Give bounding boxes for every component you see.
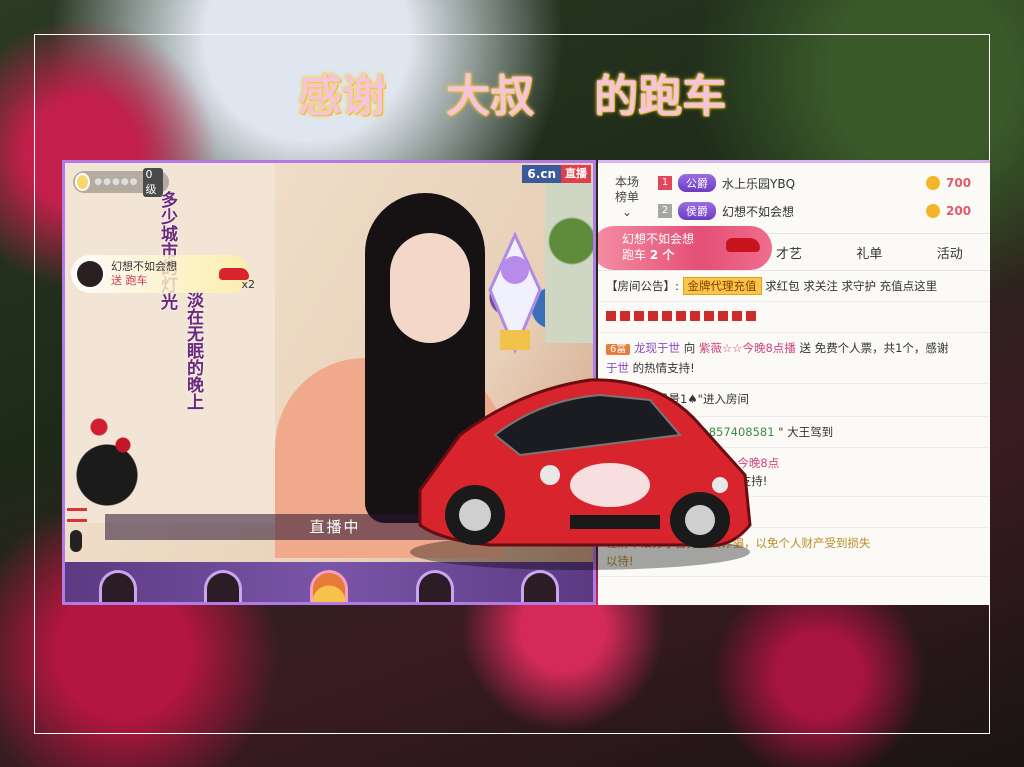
thanks-banner: 感谢 大叔 的跑车 — [0, 60, 1024, 122]
noble-badge: 公爵 — [678, 174, 716, 192]
audience-bar — [65, 562, 593, 602]
brand-logo: 6.cn — [522, 165, 561, 183]
chat-user[interactable]: 于世 — [606, 361, 629, 375]
level-progress-icon: ●●●●● — [94, 177, 139, 187]
gift-pill-gift: 跑车 — [622, 248, 647, 262]
rank-number: 2 — [658, 204, 672, 218]
chat-text: 代理温馨充值返点 — [606, 425, 698, 439]
chat-user[interactable]: 幻想不如会想 — [633, 474, 702, 488]
notice-label: 【房间公告】: — [606, 279, 679, 293]
noble-badge: 侯爵 — [678, 202, 716, 220]
gift-multiplier: x2 — [241, 278, 255, 291]
chat-message: 6富 往的风景1♠"进入房间 — [598, 384, 990, 417]
coin-icon — [926, 204, 940, 218]
side-controls — [67, 508, 87, 552]
chat-tail: 的热情支持! — [632, 361, 695, 375]
chat-list: 【房间公告】: 金牌代理充值 求红包 求关注 求守护 充值点这里 6富 龙现于世… — [598, 271, 990, 577]
rank-row[interactable]: 2 侯爵 幻想不如会想 200 — [658, 197, 986, 225]
rank-label[interactable]: 本场 榜单 ⌄ — [602, 169, 652, 233]
chat-message: 房间 — [598, 497, 990, 528]
rank-label-line1: 本场 — [614, 175, 639, 189]
chat-message: 代理温馨充值返点 a857408581 " 大王驾到 — [598, 417, 990, 448]
chat-text: 免费个人票，共1个，感谢 — [814, 341, 949, 355]
recharge-agent-button[interactable]: 金牌代理充值 — [682, 277, 762, 295]
wealth-level-badge: 6富 — [606, 395, 631, 406]
room-notice: 【房间公告】: 金牌代理充值 求红包 求关注 求守护 充值点这里 — [598, 271, 990, 302]
chat-tail: " 大王驾到 — [778, 425, 834, 439]
chat-user[interactable]: 幻想不如会想 — [606, 456, 675, 470]
chat-to: 向 — [678, 456, 691, 470]
level-indicator: ●●●●● 0级 — [73, 167, 169, 197]
chat-target[interactable]: 紫薇☆☆今晚8点播 — [699, 341, 796, 355]
warning-text: 谨防不法分子冒充他人诈骗，以免个人财产受到损失 — [606, 536, 871, 550]
lyric-line-2: 淡在无眠的晚上 — [183, 291, 203, 410]
gift-notification-text: 幻想不如会想 送 跑车 — [111, 260, 177, 288]
audience-avatar[interactable] — [415, 570, 454, 602]
microphone-icon[interactable] — [70, 530, 82, 552]
chat-message: 6富 龙现于世 向 紫薇☆☆今晚8点播 送 免费个人票，共1个，感谢 于世 的热… — [598, 333, 990, 384]
rank-value: 700 — [946, 176, 972, 190]
audience-avatar[interactable] — [309, 570, 348, 602]
rank-user[interactable]: 水上乐园YBQ — [722, 175, 795, 192]
rank-row[interactable]: 1 公爵 水上乐园YBQ 700 — [658, 169, 986, 197]
chat-action: 送 — [799, 341, 811, 355]
live-video[interactable]: ●●●●● 0级 多少城市的灯光 淡在无眠的晚上 幻想不如会想 送 跑车 x2 … — [62, 160, 596, 605]
rank-value: 200 — [946, 204, 972, 218]
audience-avatar[interactable] — [521, 570, 560, 602]
gift-action: 送 跑车 — [111, 274, 148, 287]
gift-pill: 幻想不如会想 跑车 2 个 — [598, 226, 772, 270]
rank-number: 1 — [658, 176, 672, 190]
gift-notification: 幻想不如会想 送 跑车 x2 — [71, 255, 255, 293]
coin-icon — [926, 176, 940, 190]
chevron-down-icon[interactable]: ⌄ — [622, 205, 632, 219]
chat-text: 房间 — [606, 505, 629, 519]
chat-user-id[interactable]: a857408581 — [702, 425, 775, 439]
chat-user[interactable]: 龙现于世 — [634, 341, 680, 355]
live-status-bar: 直播中 — [105, 514, 565, 540]
gift-pill-user: 幻想不如会想 — [622, 232, 695, 246]
level-ring-icon — [75, 173, 91, 191]
tab-activity[interactable]: 活动 — [910, 243, 990, 262]
platform-logo: 6.cn 直播 — [522, 165, 591, 183]
chat-thanks: 感谢 — [606, 474, 629, 488]
car-icon — [726, 238, 760, 252]
flower-vase — [75, 403, 155, 523]
audience-avatar[interactable] — [204, 570, 243, 602]
rank-label-line2: 榜单 — [614, 190, 639, 204]
red-envelope-icons — [606, 311, 756, 321]
safety-warning: 谨防不法分子冒充他人诈骗，以免个人财产受到损失 以待! — [598, 528, 990, 577]
rank-board: 本场 榜单 ⌄ 1 公爵 水上乐园YBQ 700 2 侯爵 幻想不如会想 200 — [598, 163, 990, 233]
streamer-face — [390, 233, 470, 343]
trophy-gift-icon — [488, 231, 542, 354]
audience-avatar[interactable] — [98, 570, 137, 602]
chat-message: 幻想不如会想 向 紫薇☆☆今晚8点 感谢 幻想不如会想 的热情支持! — [598, 448, 990, 497]
gift-pill-count: 2 个 — [649, 248, 675, 262]
gift-sender: 幻想不如会想 — [111, 260, 177, 273]
chat-tail: 的热情支持! — [705, 474, 768, 488]
rank-user[interactable]: 幻想不如会想 — [722, 203, 794, 220]
banner-thanks: 感谢 — [298, 71, 386, 122]
avatar — [75, 259, 105, 289]
chat-text: 往的风景1♠"进入房间 — [634, 392, 749, 406]
chat-tabs: 幻想不如会想 跑车 2 个 才艺 礼单 活动 — [598, 226, 990, 271]
notice-text: 求红包 求关注 求守护 充值点这里 — [765, 279, 938, 293]
warning-text-2: 以待! — [606, 554, 634, 568]
banner-user: 大叔 — [446, 71, 534, 122]
rank-rows: 1 公爵 水上乐园YBQ 700 2 侯爵 幻想不如会想 200 — [658, 169, 986, 233]
wealth-level-badge: 6富 — [606, 344, 631, 355]
chat-message — [598, 302, 990, 333]
chat-target[interactable]: 紫薇☆☆今晚8点 — [694, 456, 779, 470]
chat-panel: 本场 榜单 ⌄ 1 公爵 水上乐园YBQ 700 2 侯爵 幻想不如会想 200… — [598, 160, 990, 605]
live-tag: 直播 — [561, 165, 591, 183]
banner-gift: 的跑车 — [594, 71, 726, 122]
tab-gift-list[interactable]: 礼单 — [829, 243, 909, 262]
menu-icon[interactable] — [67, 508, 87, 522]
chat-to: 向 — [683, 341, 696, 355]
